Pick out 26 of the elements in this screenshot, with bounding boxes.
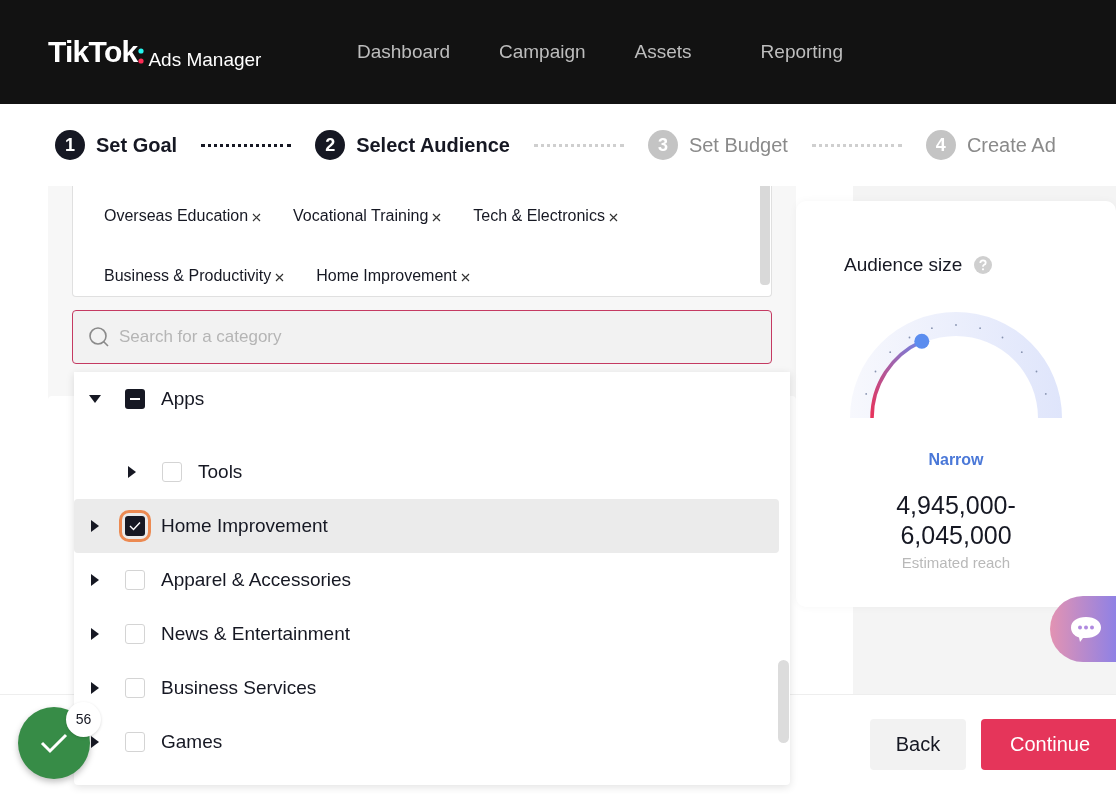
tag-label: Home Improvement — [316, 266, 457, 286]
category-label: Apparel & Accessories — [161, 567, 352, 592]
step-number: 2 — [315, 130, 346, 160]
tag-label: Vocational Training — [293, 206, 429, 226]
reach-caption: Estimated reach — [901, 552, 1011, 573]
audience-rating: Narrow — [928, 449, 984, 470]
step-label: Select Audience — [356, 133, 510, 158]
step-label: Set Budget — [688, 133, 788, 158]
step-number: 1 — [55, 130, 85, 160]
reach-range: 4,945,000- 6,045,000 — [896, 489, 1016, 550]
logo: TikTok — [48, 37, 138, 67]
category-label: Business Services — [161, 675, 317, 700]
category-label: Apps — [161, 386, 205, 411]
step-number: 4 — [925, 130, 956, 160]
category-label: News & Entertainment — [161, 621, 351, 646]
product-name: Ads Manager — [148, 50, 262, 69]
step-number: 3 — [647, 130, 678, 160]
card-title: Audience size — [844, 253, 963, 277]
category-label: Home Improvement — [161, 513, 328, 538]
step-label: Set Goal — [96, 133, 178, 158]
tag-label: Business & Productivity — [104, 266, 272, 286]
tag-label: Tech & Electronics — [473, 206, 605, 226]
tag-label: Overseas Education — [104, 206, 249, 226]
step-label: Create Ad — [966, 133, 1056, 158]
category-label: Tools — [198, 459, 243, 484]
category-label: Games — [161, 729, 223, 754]
